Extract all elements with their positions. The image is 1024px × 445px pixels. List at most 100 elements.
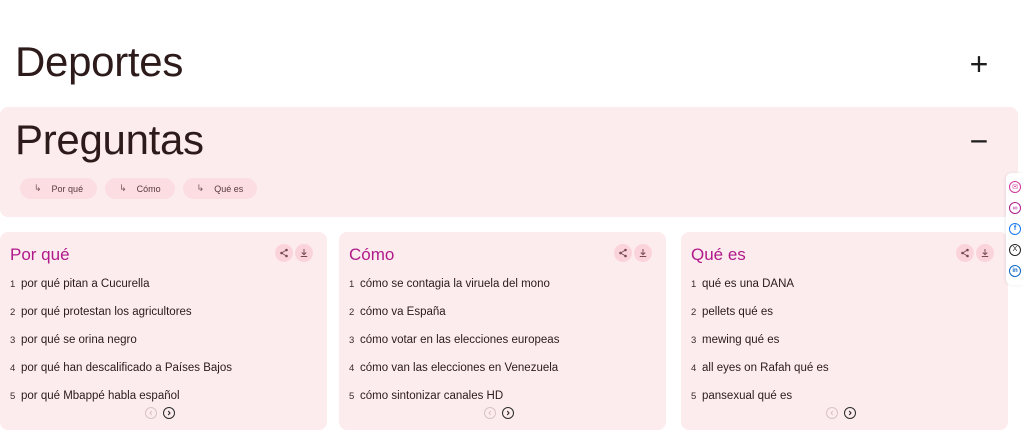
chip-label: Qué es	[214, 183, 244, 194]
item-rank: 1	[691, 278, 697, 290]
chevron-left-icon	[149, 410, 153, 416]
list-item[interactable]: 4 cómo van las elecciones en Venezuela	[349, 354, 559, 382]
list-item[interactable]: 4 all eyes on Rafah qué es	[691, 354, 829, 382]
chip-por-que[interactable]: ↳ Por qué	[20, 178, 98, 199]
chip-label: Por qué	[51, 183, 84, 194]
card-actions	[956, 244, 994, 262]
card-como: Cómo 1 cómo se contagia la viruela del mo…	[339, 232, 666, 430]
card-por-que: Por qué 1 por qué pitan a Cucurella 2 por …	[0, 232, 327, 430]
section-title-deportes: Deportes	[15, 38, 184, 85]
next-page-button[interactable]	[502, 407, 514, 419]
section-deportes: Deportes +	[0, 28, 1018, 98]
card-pager	[826, 407, 856, 419]
email-icon[interactable]: ✉	[1009, 181, 1021, 194]
card-title: Por qué	[10, 245, 70, 264]
share-icon	[961, 248, 969, 258]
download-button[interactable]	[634, 244, 652, 262]
share-button[interactable]	[956, 244, 974, 262]
facebook-icon[interactable]: f	[1009, 222, 1021, 235]
list-item[interactable]: 2 por qué protestan los agricultores	[10, 298, 232, 326]
item-text: qué es una DANA	[702, 278, 795, 290]
question-list: 1 por qué pitan a Cucurella 2 por qué prot…	[10, 270, 232, 410]
share-button[interactable]	[614, 244, 632, 262]
list-item[interactable]: 1 qué es una DANA	[691, 270, 829, 298]
linkedin-icon[interactable]: in	[1009, 264, 1021, 277]
list-item[interactable]: 2 cómo va España	[349, 298, 559, 326]
item-rank: 3	[691, 334, 697, 346]
item-text: cómo votar en las elecciones europeas	[360, 334, 560, 346]
card-title: Qué es	[691, 245, 746, 264]
list-item[interactable]: 5 pansexual qué es	[691, 382, 829, 410]
download-icon	[300, 249, 308, 257]
list-item[interactable]: 4 por qué han descalificado a Países Bajo…	[10, 354, 232, 382]
item-rank: 3	[349, 334, 355, 346]
item-rank: 2	[691, 306, 697, 318]
chevron-right-icon	[167, 410, 171, 416]
item-rank: 1	[10, 278, 16, 290]
item-rank: 4	[10, 362, 16, 374]
share-rail: ✉ ∞ f X in	[1006, 173, 1024, 285]
list-item[interactable]: 5 por qué Mbappé habla español	[10, 382, 232, 410]
item-rank: 2	[10, 306, 16, 318]
item-rank: 4	[349, 362, 355, 374]
question-list: 1 qué es una DANA 2 pellets qué es 3 mewing…	[691, 270, 829, 410]
download-icon	[981, 249, 989, 257]
chip-como[interactable]: ↳ Cómo	[105, 178, 175, 199]
item-text: por qué se orina negro	[21, 334, 137, 346]
card-pager	[145, 407, 175, 419]
chevron-left-icon	[488, 410, 492, 416]
next-page-button[interactable]	[163, 407, 175, 419]
download-button[interactable]	[976, 244, 994, 262]
subdirectory-arrow-icon: ↳	[196, 183, 205, 193]
item-text: por qué Mbappé habla español	[21, 390, 180, 402]
expand-toggle-deportes[interactable]: +	[966, 48, 992, 80]
prev-page-button[interactable]	[484, 407, 496, 419]
download-button[interactable]	[295, 244, 313, 262]
card-pager	[484, 407, 514, 419]
chip-label: Cómo	[136, 183, 161, 194]
card-actions	[614, 244, 652, 262]
list-item[interactable]: 5 cómo sintonizar canales HD	[349, 382, 559, 410]
item-text: cómo se contagia la viruela del mono	[360, 278, 550, 290]
chip-que-es[interactable]: ↳ Qué es	[182, 178, 258, 199]
item-text: por qué pitan a Cucurella	[21, 278, 150, 290]
item-text: cómo sintonizar canales HD	[360, 390, 504, 402]
item-rank: 5	[10, 390, 16, 402]
list-item[interactable]: 3 por qué se orina negro	[10, 326, 232, 354]
list-item[interactable]: 2 pellets qué es	[691, 298, 829, 326]
preguntas-chips: ↳ Por qué ↳ Cómo ↳ Qué es	[20, 178, 258, 199]
prev-page-button[interactable]	[145, 407, 157, 419]
item-text: cómo van las elecciones en Venezuela	[360, 362, 559, 374]
card-title: Cómo	[349, 245, 395, 264]
list-item[interactable]: 3 cómo votar en las elecciones europeas	[349, 326, 559, 354]
item-rank: 2	[349, 306, 355, 318]
x-icon[interactable]: X	[1009, 243, 1021, 256]
card-actions	[275, 244, 313, 262]
card-que-es: Qué es 1 qué es una DANA 2 pellets qué es …	[681, 232, 1008, 430]
share-icon	[619, 248, 627, 258]
item-rank: 4	[691, 362, 697, 374]
collapse-toggle-preguntas[interactable]: −	[966, 125, 992, 157]
list-item[interactable]: 3 mewing qué es	[691, 326, 829, 354]
section-title-preguntas: Preguntas	[15, 116, 204, 163]
item-text: pellets qué es	[702, 306, 773, 318]
subdirectory-arrow-icon: ↳	[34, 183, 42, 193]
item-rank: 5	[349, 390, 355, 402]
item-text: all eyes on Rafah qué es	[702, 362, 829, 374]
item-rank: 5	[691, 390, 697, 402]
item-text: por qué han descalificado a Países Bajos	[21, 362, 232, 374]
link-icon[interactable]: ∞	[1009, 202, 1021, 215]
subdirectory-arrow-icon: ↳	[119, 183, 127, 193]
prev-page-button[interactable]	[826, 407, 838, 419]
item-rank: 1	[349, 278, 355, 290]
next-page-button[interactable]	[844, 407, 856, 419]
share-button[interactable]	[275, 244, 293, 262]
share-icon	[280, 248, 288, 258]
question-list: 1 cómo se contagia la viruela del mono 2c…	[349, 270, 559, 410]
item-rank: 3	[10, 334, 16, 346]
section-preguntas: Preguntas − ↳ Por qué ↳ Cómo ↳ Qué es	[0, 107, 1018, 217]
list-item[interactable]: 1 por qué pitan a Cucurella	[10, 270, 232, 298]
item-text: pansexual qué es	[702, 390, 793, 402]
item-text: por qué protestan los agricultores	[21, 306, 192, 318]
list-item[interactable]: 1 cómo se contagia la viruela del mono	[349, 270, 559, 298]
